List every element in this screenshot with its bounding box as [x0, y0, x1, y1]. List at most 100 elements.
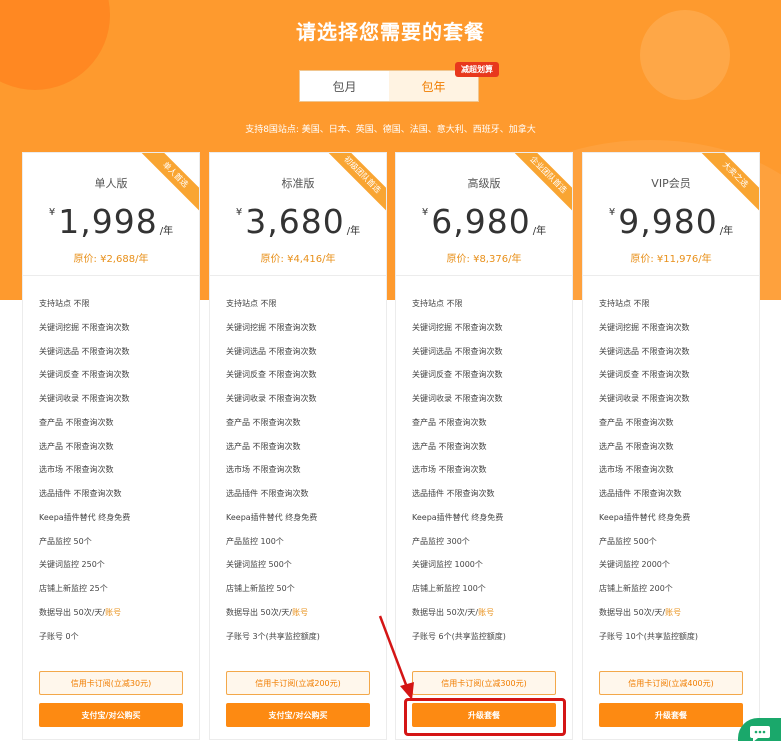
feature-item: 选市场 不限查询次数 — [226, 464, 376, 488]
feature-item: 选产品 不限查询次数 — [226, 441, 376, 465]
feature-item: 关键词选品 不限查询次数 — [599, 346, 749, 370]
credit-card-subscribe-button[interactable]: 信用卡订阅(立减200元) — [226, 671, 370, 695]
feature-item: 产品监控 500个 — [599, 536, 749, 560]
feature-text: 关键词收录 不限查询次数 — [412, 394, 503, 403]
feature-text: 店铺上新监控 50个 — [226, 584, 295, 593]
feature-text: 子账号 6个(共享监控额度) — [412, 631, 506, 641]
promo-badge: 减超划算 — [455, 62, 499, 77]
feature-text: 店铺上新监控 100个 — [412, 584, 486, 593]
feature-item: 关键词收录 不限查询次数 — [599, 393, 749, 417]
decor-blob — [0, 0, 110, 90]
feature-text: 选品插件 不限查询次数 — [412, 489, 495, 498]
feature-item: 关键词挖掘 不限查询次数 — [599, 322, 749, 346]
feature-text: 产品监控 500个 — [599, 536, 657, 546]
red-arrow-icon — [378, 615, 414, 700]
feature-item: 支持站点 不限 — [226, 298, 376, 322]
feature-item: 关键词反查 不限查询次数 — [226, 369, 376, 393]
feature-item: 关键词监控 1000个 — [412, 559, 562, 583]
feature-text: 关键词反查 不限查询次数 — [412, 370, 503, 380]
feature-text: 支持站点 不限 — [599, 299, 650, 308]
plan-price: ¥ 6,980 /年 — [396, 205, 572, 239]
feature-text: 子账号 3个(共享监控额度) — [226, 631, 320, 641]
price-unit: /年 — [346, 226, 361, 237]
upgrade-button[interactable]: 升级套餐 — [599, 703, 743, 727]
credit-card-subscribe-button[interactable]: 信用卡订阅(立减300元) — [412, 671, 556, 695]
feature-accent: 账号 — [665, 607, 682, 617]
feature-text: 关键词选品 不限查询次数 — [39, 346, 130, 356]
feature-item: 店铺上新监控 100个 — [412, 583, 562, 607]
price-unit: /年 — [532, 226, 547, 237]
feature-item: 关键词反查 不限查询次数 — [599, 369, 749, 393]
feature-text: 查产品 不限查询次数 — [226, 417, 301, 427]
feature-list: 支持站点 不限 关键词挖掘 不限查询次数 关键词选品 不限查询次数 关键词反查 不限查… — [412, 298, 562, 654]
feature-text: 关键词选品 不限查询次数 — [226, 346, 317, 356]
feature-list: 支持站点 不限 关键词挖掘 不限查询次数 关键词选品 不限查询次数 关键词反查 不限查… — [226, 298, 376, 654]
plan-price: ¥ 3,680 /年 — [210, 205, 386, 239]
feature-item: 数据导出 50次/天/账号 — [599, 607, 749, 631]
feature-text: 关键词挖掘 不限查询次数 — [39, 322, 130, 332]
feature-text: 关键词选品 不限查询次数 — [412, 346, 503, 356]
feature-text: 关键词监控 2000个 — [599, 560, 670, 570]
original-price: 原价: ¥11,976/年 — [630, 254, 712, 265]
feature-accent: 账号 — [292, 607, 309, 617]
feature-text: 店铺上新监控 200个 — [599, 584, 673, 593]
plan-card-standard: 初级团队首选 标准版 ¥ 3,680 /年 原价: ¥4,416/年 支持站点 … — [209, 152, 387, 740]
feature-item: 关键词反查 不限查询次数 — [39, 369, 189, 393]
feature-text: 选产品 不限查询次数 — [226, 441, 301, 451]
original-price: 原价: ¥8,376/年 — [446, 254, 522, 265]
feature-item: 选品插件 不限查询次数 — [226, 488, 376, 512]
feature-text: 关键词反查 不限查询次数 — [39, 370, 130, 380]
feature-item: 店铺上新监控 50个 — [226, 583, 376, 607]
feature-item: 产品监控 100个 — [226, 536, 376, 560]
credit-card-subscribe-button[interactable]: 信用卡订阅(立减400元) — [599, 671, 743, 695]
alipay-purchase-button[interactable]: 支付宝/对公购买 — [226, 703, 370, 727]
feature-text: 关键词反查 不限查询次数 — [599, 370, 690, 380]
divider — [23, 275, 199, 276]
currency-symbol: ¥ — [608, 207, 616, 218]
feature-item: 支持站点 不限 — [412, 298, 562, 322]
feature-item: 选产品 不限查询次数 — [39, 441, 189, 465]
feature-text: 选品插件 不限查询次数 — [226, 489, 309, 498]
feature-item: 数据导出 50次/天/账号 — [412, 607, 562, 631]
feature-item: 子账号 6个(共享监控额度) — [412, 631, 562, 655]
feature-item: 子账号 3个(共享监控额度) — [226, 631, 376, 655]
divider — [583, 275, 759, 276]
feature-item: 关键词挖掘 不限查询次数 — [39, 322, 189, 346]
divider — [396, 275, 572, 276]
currency-symbol: ¥ — [48, 207, 56, 218]
feature-item: 支持站点 不限 — [599, 298, 749, 322]
price-value: 6,980 — [431, 202, 531, 241]
feature-text: 选市场 不限查询次数 — [39, 465, 114, 475]
currency-symbol: ¥ — [235, 207, 243, 218]
feature-item: 选品插件 不限查询次数 — [599, 488, 749, 512]
feature-item: 产品监控 50个 — [39, 536, 189, 560]
feature-text: 查产品 不限查询次数 — [412, 417, 487, 427]
feature-text: 店铺上新监控 25个 — [39, 584, 108, 593]
feature-text: 选品插件 不限查询次数 — [599, 489, 682, 498]
feature-item: 关键词选品 不限查询次数 — [226, 346, 376, 370]
plan-name: 单人版 — [94, 177, 128, 190]
feature-item: 关键词选品 不限查询次数 — [39, 346, 189, 370]
feature-text: 选市场 不限查询次数 — [226, 465, 301, 475]
original-price: 原价: ¥4,416/年 — [260, 254, 336, 265]
feature-text: 关键词收录 不限查询次数 — [599, 394, 690, 403]
tab-monthly[interactable]: 包月 — [300, 71, 389, 101]
feature-item: 查产品 不限查询次数 — [412, 417, 562, 441]
feature-text: 关键词挖掘 不限查询次数 — [412, 322, 503, 332]
feature-item: 子账号 0个 — [39, 631, 189, 655]
feature-text: 子账号 10个(共享监控额度) — [599, 631, 698, 641]
feature-text: 关键词监控 250个 — [39, 560, 105, 570]
feature-accent: 账号 — [478, 607, 495, 617]
feature-text: Keepa插件替代 终身免费 — [226, 512, 318, 522]
feature-text: 产品监控 50个 — [39, 536, 92, 546]
feature-text: 关键词监控 1000个 — [412, 560, 483, 570]
alipay-purchase-button[interactable]: 支付宝/对公购买 — [39, 703, 183, 727]
credit-card-subscribe-button[interactable]: 信用卡订阅(立减30元) — [39, 671, 183, 695]
feature-text: 查产品 不限查询次数 — [599, 417, 674, 427]
feature-item: Keepa插件替代 终身免费 — [226, 512, 376, 536]
feature-item: 查产品 不限查询次数 — [39, 417, 189, 441]
feature-text: 子账号 0个 — [39, 631, 79, 641]
feature-item: 关键词收录 不限查询次数 — [412, 393, 562, 417]
feature-item: 选产品 不限查询次数 — [412, 441, 562, 465]
feature-item: 数据导出 50次/天/账号 — [39, 607, 189, 631]
